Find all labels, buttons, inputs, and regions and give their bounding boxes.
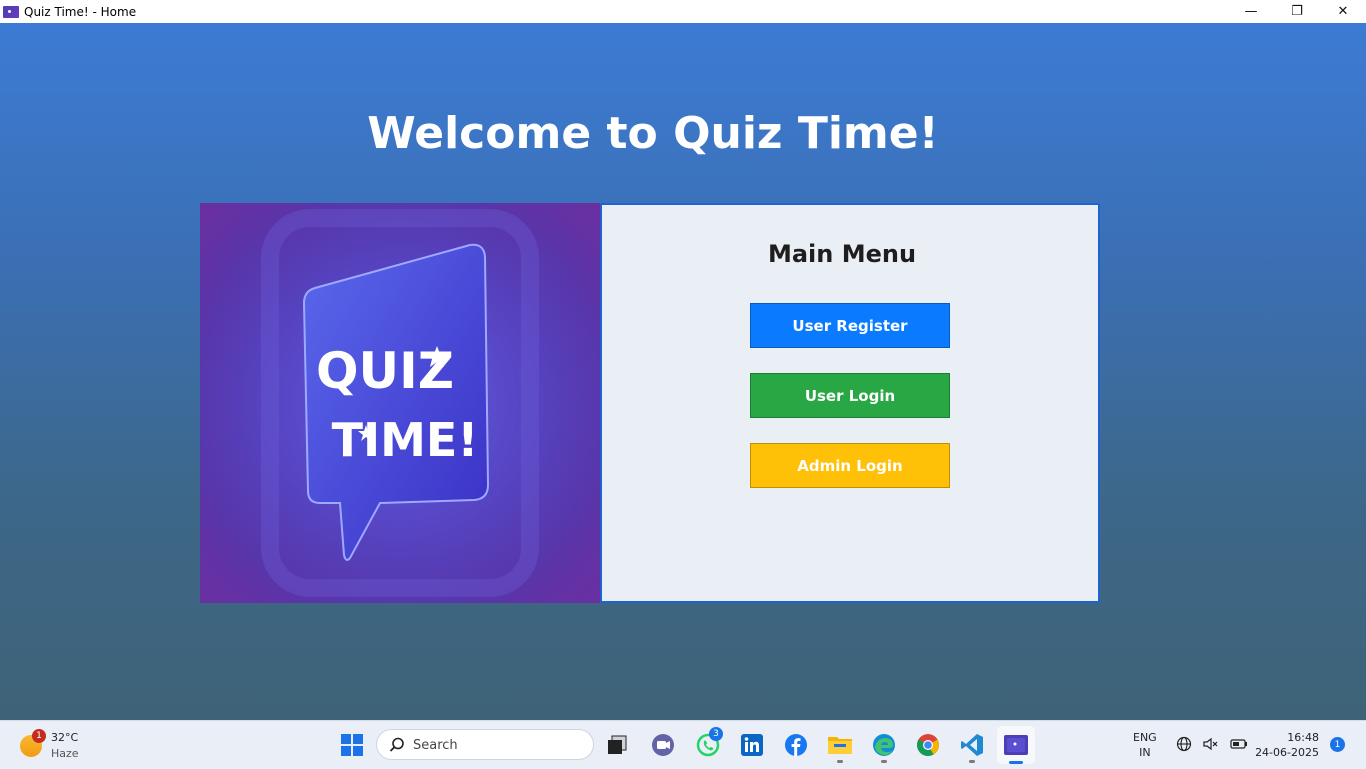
weather-temp: 32°C	[51, 731, 79, 744]
running-indicator	[881, 760, 887, 763]
running-indicator	[969, 760, 975, 763]
app-icon	[3, 5, 19, 18]
task-view-icon[interactable]	[604, 731, 632, 759]
window-controls: — ❐ ✕	[1228, 0, 1366, 23]
main-menu-panel: Main Menu User Register User Login Admin…	[600, 203, 1100, 603]
edge-browser-icon[interactable]	[870, 731, 898, 759]
admin-login-button[interactable]: Admin Login	[750, 443, 950, 488]
restore-button[interactable]: ❐	[1274, 0, 1320, 23]
search-icon	[389, 737, 404, 752]
active-app-indicator	[1009, 761, 1023, 764]
clock-date: 24-06-2025	[1255, 746, 1319, 759]
facebook-icon[interactable]	[782, 731, 810, 759]
language-code: ENG	[1133, 731, 1157, 744]
user-register-button[interactable]: User Register	[750, 303, 950, 348]
weather-badge: 1	[32, 729, 46, 743]
whatsapp-badge: 3	[709, 727, 723, 741]
quiz-app-taskbar-icon[interactable]	[1002, 731, 1030, 759]
page-title: Welcome to Quiz Time!	[367, 108, 939, 159]
search-placeholder: Search	[413, 738, 458, 753]
system-tray	[1176, 736, 1248, 752]
volume-muted-icon[interactable]	[1202, 736, 1220, 752]
battery-icon[interactable]	[1230, 736, 1248, 752]
taskbar: 1 32°C Haze Search 3 ENG IN 16:48 24-06-…	[0, 720, 1366, 769]
window-title: Quiz Time! - Home	[24, 4, 137, 19]
app-window: Welcome to Quiz Time! QUIZ TIME! Main Me…	[0, 23, 1366, 720]
clock-time: 16:48	[1287, 731, 1319, 744]
banner-text-time: TIME!	[332, 413, 479, 467]
window-title-bar: Quiz Time! - Home — ❐ ✕	[0, 0, 1366, 23]
close-button[interactable]: ✕	[1320, 0, 1366, 23]
system-clock[interactable]: 16:48 24-06-2025	[1250, 730, 1319, 760]
notification-badge[interactable]: 1	[1330, 737, 1345, 752]
file-explorer-icon[interactable]	[826, 731, 854, 759]
minimize-button[interactable]: —	[1228, 0, 1274, 23]
weather-widget[interactable]: 1 32°C Haze	[18, 729, 108, 761]
network-globe-icon[interactable]	[1176, 736, 1192, 752]
start-windows-icon[interactable]	[338, 731, 366, 759]
banner-text-quiz: QUIZ	[316, 342, 454, 400]
menu-title: Main Menu	[767, 240, 917, 268]
weather-condition: Haze	[51, 747, 79, 760]
linkedin-icon[interactable]	[738, 731, 766, 759]
quiz-time-banner-image: QUIZ TIME!	[200, 203, 600, 603]
teams-chat-icon[interactable]	[649, 731, 677, 759]
vscode-icon[interactable]	[958, 731, 986, 759]
user-login-button[interactable]: User Login	[750, 373, 950, 418]
region-code: IN	[1139, 746, 1151, 759]
chrome-browser-icon[interactable]	[914, 731, 942, 759]
speech-bubble-illustration: QUIZ TIME!	[200, 203, 600, 603]
running-indicator	[837, 760, 843, 763]
language-indicator[interactable]: ENG IN	[1133, 730, 1157, 760]
taskbar-search-input[interactable]: Search	[376, 729, 594, 760]
